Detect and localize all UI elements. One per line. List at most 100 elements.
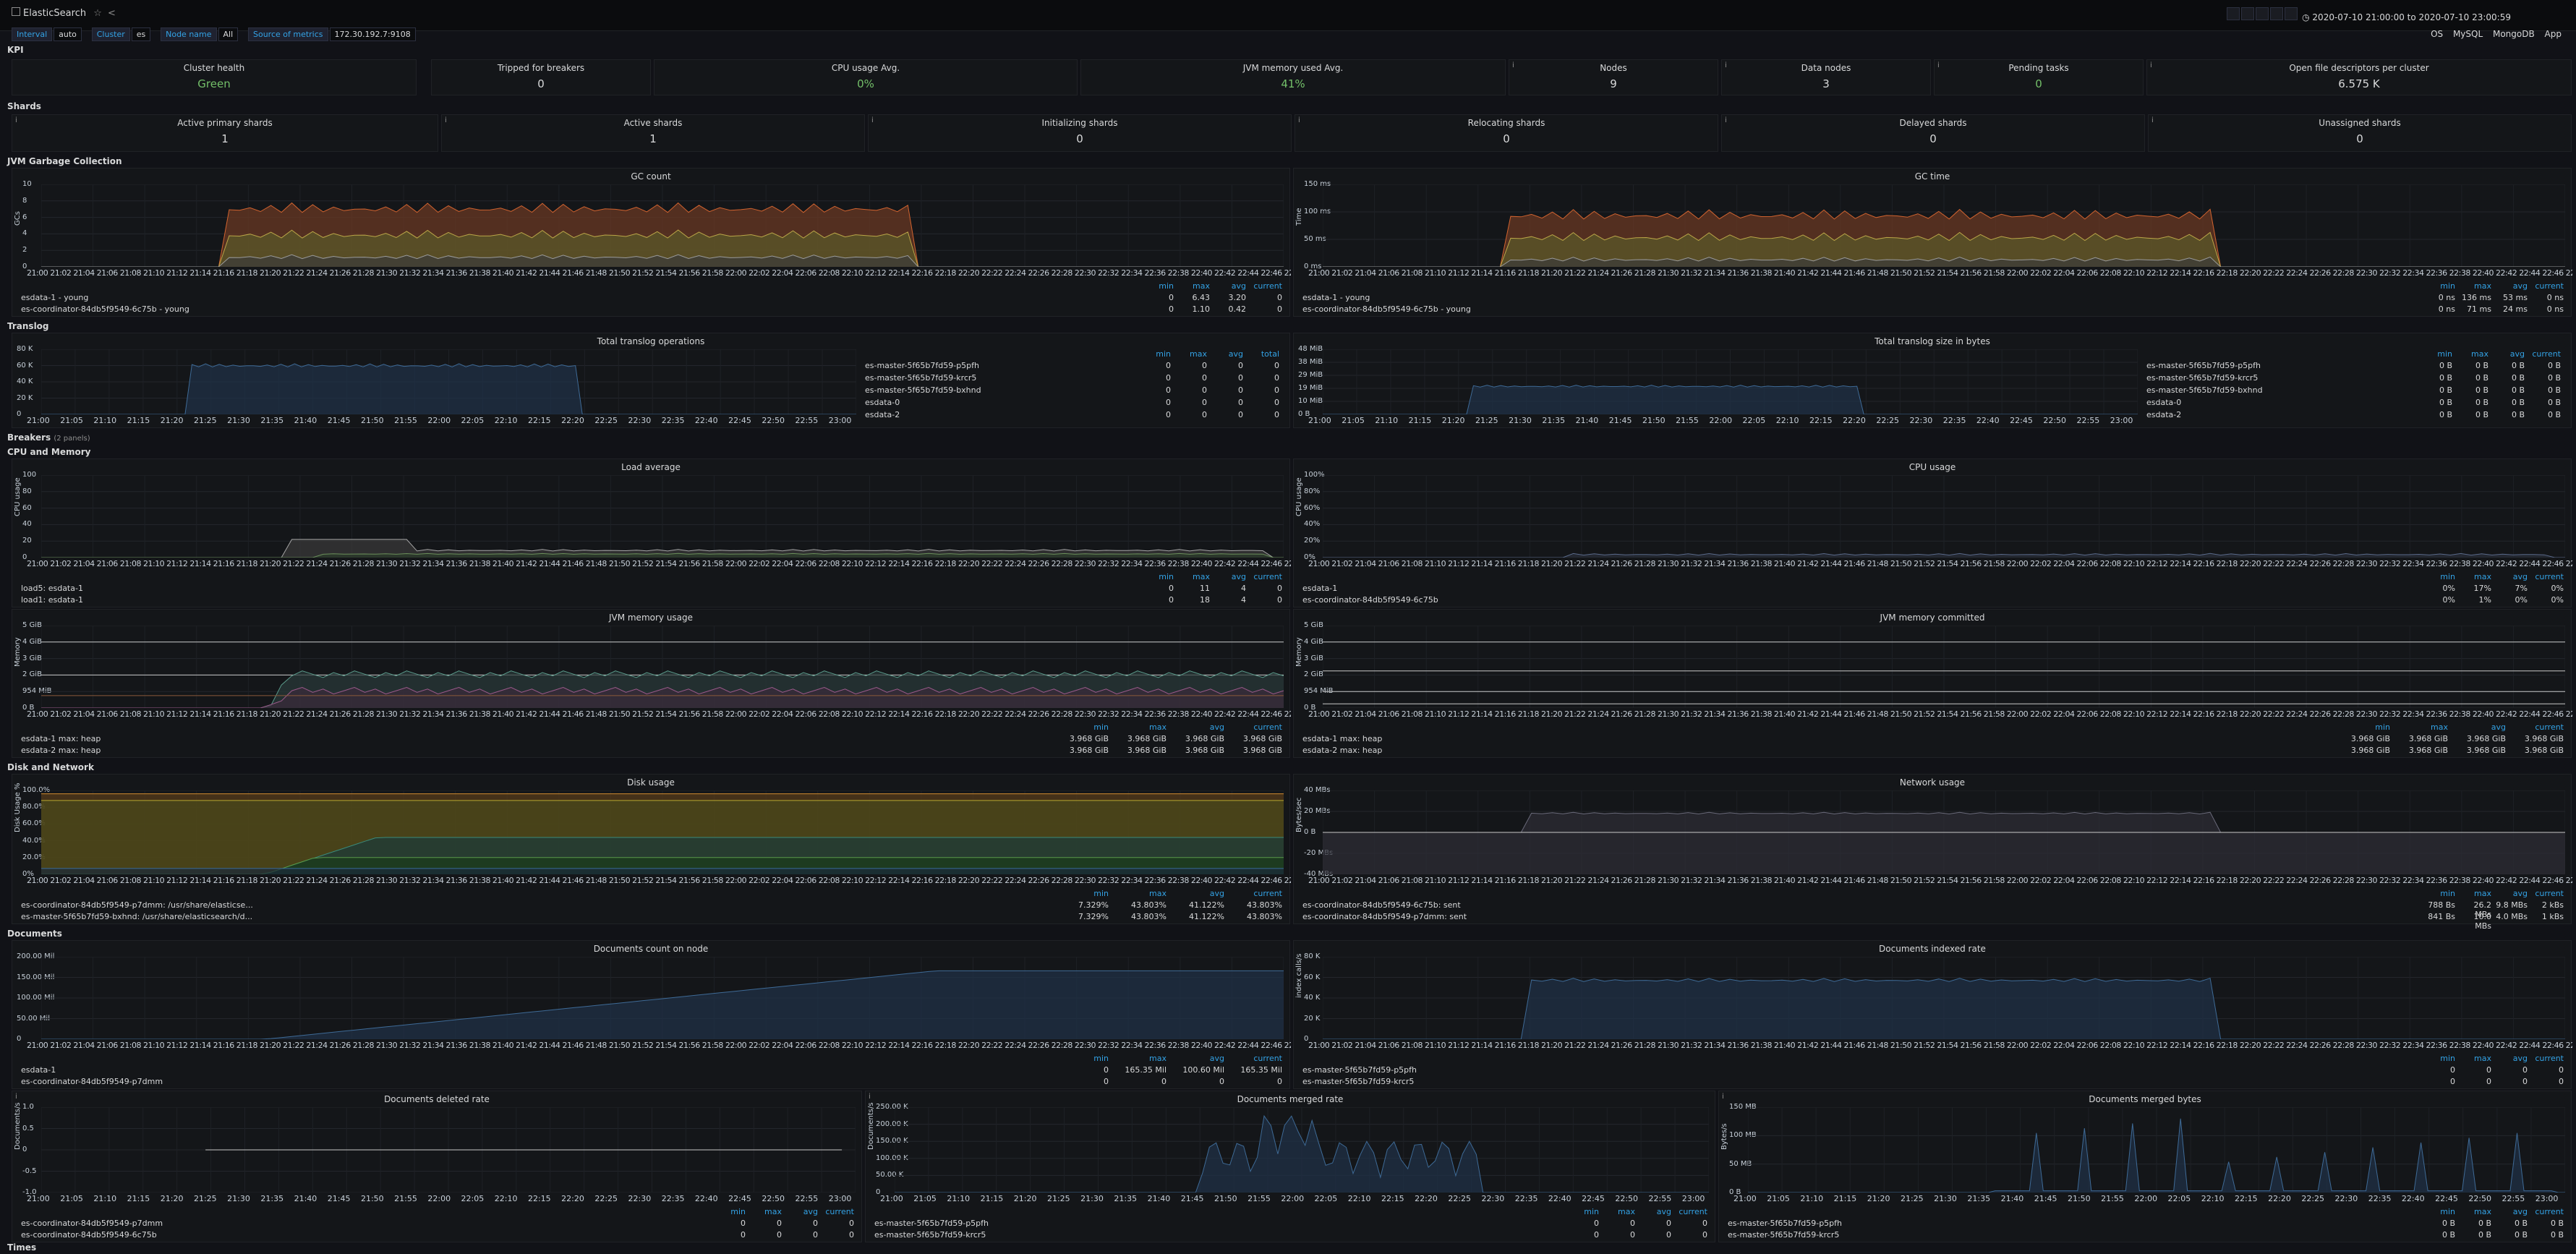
legend-column-header[interactable]: current (2525, 349, 2561, 359)
legend-column-header[interactable]: max (2455, 281, 2491, 291)
legend-column-header[interactable]: min (709, 1207, 746, 1216)
row-docs[interactable]: Documents (7, 929, 62, 939)
row-cpu[interactable]: CPU and Memory (7, 447, 91, 457)
legend-column-header[interactable]: min (1563, 1207, 1599, 1216)
legend-column-header[interactable]: current (818, 1207, 854, 1216)
graph-panel-doc-count[interactable]: Documents count on node 200.00 Mil 150.00 … (12, 940, 1291, 1089)
legend-column-header[interactable]: max (1109, 889, 1167, 898)
graph-panel-jvm-committed[interactable]: JVM memory committed Memory 5 GiB 4 GiB 3 Gi… (1293, 609, 2572, 758)
add-panel-icon[interactable] (2227, 7, 2240, 20)
legend-series-name[interactable]: esdata-1 (21, 1065, 56, 1075)
legend-series-name[interactable]: es-master-5f65b7fd59-krcr5 (865, 373, 976, 383)
legend-series-name[interactable]: esdata-2 (2146, 410, 2181, 419)
legend-series-name[interactable]: es-coordinator-84db5f9549-p7dmm (21, 1219, 163, 1228)
plot-area[interactable] (41, 184, 1284, 267)
legend-column-header[interactable]: avg (1167, 889, 1224, 898)
legend-column-header[interactable]: min (1138, 281, 1174, 291)
legend-column-header[interactable]: max (2455, 572, 2491, 581)
legend-column-header[interactable]: min (2419, 1054, 2455, 1063)
legend-series-name[interactable]: es-master-5f65b7fd59-bxhnd (2146, 385, 2263, 395)
legend-column-header[interactable]: max (1174, 281, 1210, 291)
legend-column-header[interactable]: current (1224, 1054, 1282, 1063)
legend-column-header[interactable]: avg (2491, 1207, 2528, 1216)
var-cluster-select[interactable]: es (131, 27, 151, 41)
legend-column-header[interactable]: current (1246, 281, 1282, 291)
graph-panel-jvm-usage[interactable]: JVM memory usage Memory 5 GiB 4 GiB 3 GiB 2 G… (12, 609, 1291, 758)
legend-column-header[interactable]: current (1246, 572, 1282, 581)
link-mysql[interactable]: MySQL (2453, 29, 2483, 39)
legend-column-header[interactable]: current (2528, 1054, 2564, 1063)
legend-column-header[interactable]: avg (2448, 722, 2506, 732)
plot-area[interactable] (41, 1107, 856, 1193)
legend-column-header[interactable]: max (1109, 722, 1167, 732)
var-interval-select[interactable]: auto (54, 27, 82, 41)
graph-panel-doc-merged-bytes[interactable]: Documents merged bytes i Bytes/s 150 MB 100 … (1718, 1091, 2572, 1242)
legend-series-name[interactable]: es-master-5f65b7fd59-p5pfh (1302, 1065, 1417, 1075)
legend-series-name[interactable]: es-master-5f65b7fd59-p5pfh (865, 361, 979, 370)
legend-column-header[interactable]: current (1671, 1207, 1707, 1216)
legend-column-header[interactable]: max (2452, 349, 2488, 359)
legend-column-header[interactable]: max (1109, 1054, 1167, 1063)
plot-area[interactable] (41, 349, 856, 414)
legend-column-header[interactable]: min (2419, 1207, 2455, 1216)
legend-column-header[interactable]: avg (1167, 722, 1224, 732)
legend-column-header[interactable]: current (2528, 1207, 2564, 1216)
legend-column-header[interactable]: min (1135, 349, 1171, 359)
kpi-panel[interactable]: i Pending tasks 0 (1934, 59, 2144, 95)
legend-column-header[interactable]: min (2332, 722, 2390, 732)
kpi-panel[interactable]: i Data nodes 3 (1721, 59, 1931, 95)
graph-panel-gc-count[interactable]: GC count GCs 10 8 6 4 2 0 21:00 21:02 21:04 21:0… (12, 168, 1291, 317)
info-icon[interactable]: i (869, 1093, 871, 1101)
legend-column-header[interactable]: avg (1635, 1207, 1671, 1216)
legend-column-header[interactable]: max (1174, 572, 1210, 581)
row-kpi[interactable]: KPI (7, 45, 24, 55)
legend-series-name[interactable]: load5: esdata-1 (21, 584, 83, 593)
settings-icon[interactable] (2256, 7, 2269, 20)
share-icon[interactable]: < (108, 8, 116, 19)
legend-series-name[interactable]: es-master-5f65b7fd59-p5pfh (874, 1219, 989, 1228)
plot-area[interactable] (1323, 957, 2565, 1039)
legend-column-header[interactable]: min (2419, 889, 2455, 898)
graph-panel-disk[interactable]: Disk usage Disk Usage % 100.0% 80.0% 60.0% 40… (12, 774, 1291, 924)
legend-series-name[interactable]: esdata-1 max: heap (1302, 734, 1382, 743)
kpi-panel[interactable]: CPU usage Avg. 0% (654, 59, 1078, 95)
legend-column-header[interactable]: avg (1207, 349, 1243, 359)
legend-series-name[interactable]: esdata-1 max: heap (21, 734, 101, 743)
legend-column-header[interactable]: current (1224, 722, 1282, 732)
legend-series-name[interactable]: esdata-1 - young (21, 293, 88, 302)
row-times[interactable]: Times (7, 1242, 36, 1253)
plot-area[interactable] (41, 626, 1284, 708)
legend-column-header[interactable]: max (2390, 722, 2448, 732)
legend-series-name[interactable]: esdata-0 (2146, 398, 2181, 407)
legend-series-name[interactable]: esdata-0 (865, 398, 900, 407)
legend-column-header[interactable]: avg (2491, 281, 2528, 291)
legend-column-header[interactable]: max (2455, 1207, 2491, 1216)
legend-series-name[interactable]: es-coordinator-84db5f9549-6c75b - young (21, 304, 189, 314)
plot-area[interactable] (41, 475, 1284, 558)
legend-series-name[interactable]: es-master-5f65b7fd59-krcr5 (874, 1230, 986, 1240)
legend-column-header[interactable]: min (2419, 281, 2455, 291)
legend-column-header[interactable]: avg (1210, 572, 1246, 581)
legend-series-name[interactable]: es-master-5f65b7fd59-krcr5 (2146, 373, 2258, 383)
plot-area[interactable] (1748, 1107, 2565, 1193)
legend-series-name[interactable]: es-coordinator-84db5f9549-6c75b - young (1302, 304, 1471, 314)
legend-series-name[interactable]: esdata-1 - young (1302, 293, 1370, 302)
link-os[interactable]: OS (2431, 29, 2443, 39)
legend-column-header[interactable]: avg (1167, 1054, 1224, 1063)
legend-series-name[interactable]: es-coordinator-84db5f9549-p7dmm: sent (1302, 912, 1467, 921)
legend-series-name[interactable]: es-master-5f65b7fd59-p5pfh (1728, 1219, 1842, 1228)
var-node-select[interactable]: All (218, 27, 239, 41)
legend-series-name[interactable]: es-coordinator-84db5f9549-p7dmm: /usr/sh… (21, 900, 253, 910)
row-translog[interactable]: Translog (7, 321, 49, 331)
shard-panel[interactable]: i Active primary shards 1 (12, 114, 438, 152)
legend-column-header[interactable]: current (1224, 889, 1282, 898)
legend-column-header[interactable]: avg (1210, 281, 1246, 291)
row-disk[interactable]: Disk and Network (7, 762, 94, 772)
legend-series-name[interactable]: esdata-1 (1302, 584, 1337, 593)
shard-panel[interactable]: i Initializing shards 0 (868, 114, 1292, 152)
legend-column-header[interactable]: avg (782, 1207, 818, 1216)
legend-series-name[interactable]: es-master-5f65b7fd59-p5pfh (2146, 361, 2261, 370)
time-picker[interactable]: ◷ 2020-07-10 21:00:00 to 2020-07-10 23:0… (2227, 7, 2511, 22)
plot-area[interactable] (895, 1107, 1709, 1193)
legend-column-header[interactable]: min (1051, 1054, 1109, 1063)
